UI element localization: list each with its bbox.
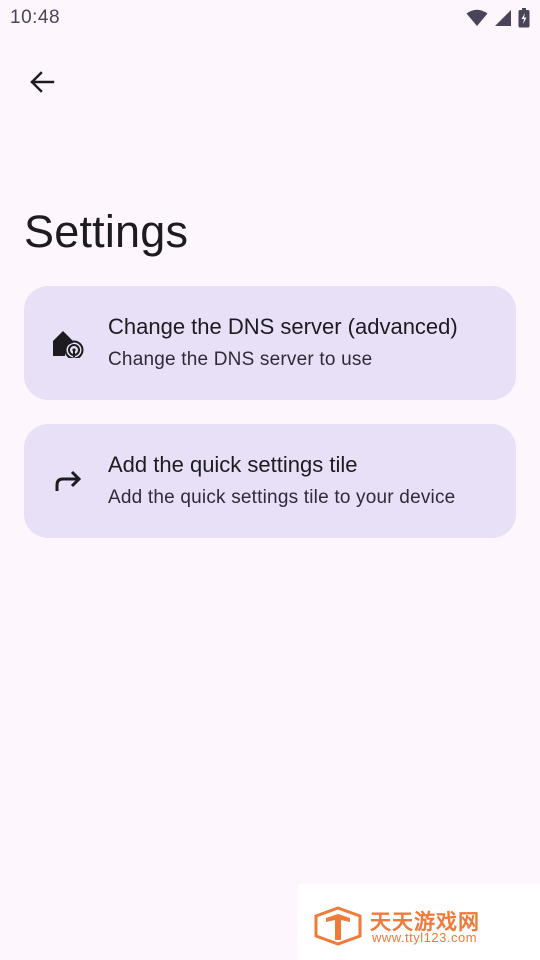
home-dns-icon	[52, 327, 84, 359]
status-icons	[466, 7, 530, 29]
signal-icon	[494, 9, 512, 27]
watermark-url: www.ttyl123.com	[372, 930, 478, 945]
back-button[interactable]	[18, 60, 66, 108]
watermark-logo-icon	[314, 906, 362, 946]
wifi-icon	[466, 9, 488, 27]
status-time: 10:48	[10, 7, 61, 28]
watermark: 天天游戏网 www.ttyl123.com	[298, 884, 540, 960]
status-bar: 10:48	[0, 0, 540, 38]
quick-settings-tile-subtitle: Add the quick settings tile to your devi…	[108, 487, 456, 508]
redo-arrow-icon	[52, 465, 84, 497]
page-title: Settings	[24, 206, 189, 257]
dns-server-title: Change the DNS server (advanced)	[108, 314, 458, 339]
dns-server-subtitle: Change the DNS server to use	[108, 349, 373, 370]
arrow-back-icon	[29, 70, 55, 99]
quick-settings-tile-title: Add the quick settings tile	[108, 452, 358, 477]
battery-charging-icon	[518, 8, 530, 28]
dns-server-card[interactable]: Change the DNS server (advanced) Change …	[24, 286, 516, 400]
quick-settings-tile-card[interactable]: Add the quick settings tile Add the quic…	[24, 424, 516, 538]
